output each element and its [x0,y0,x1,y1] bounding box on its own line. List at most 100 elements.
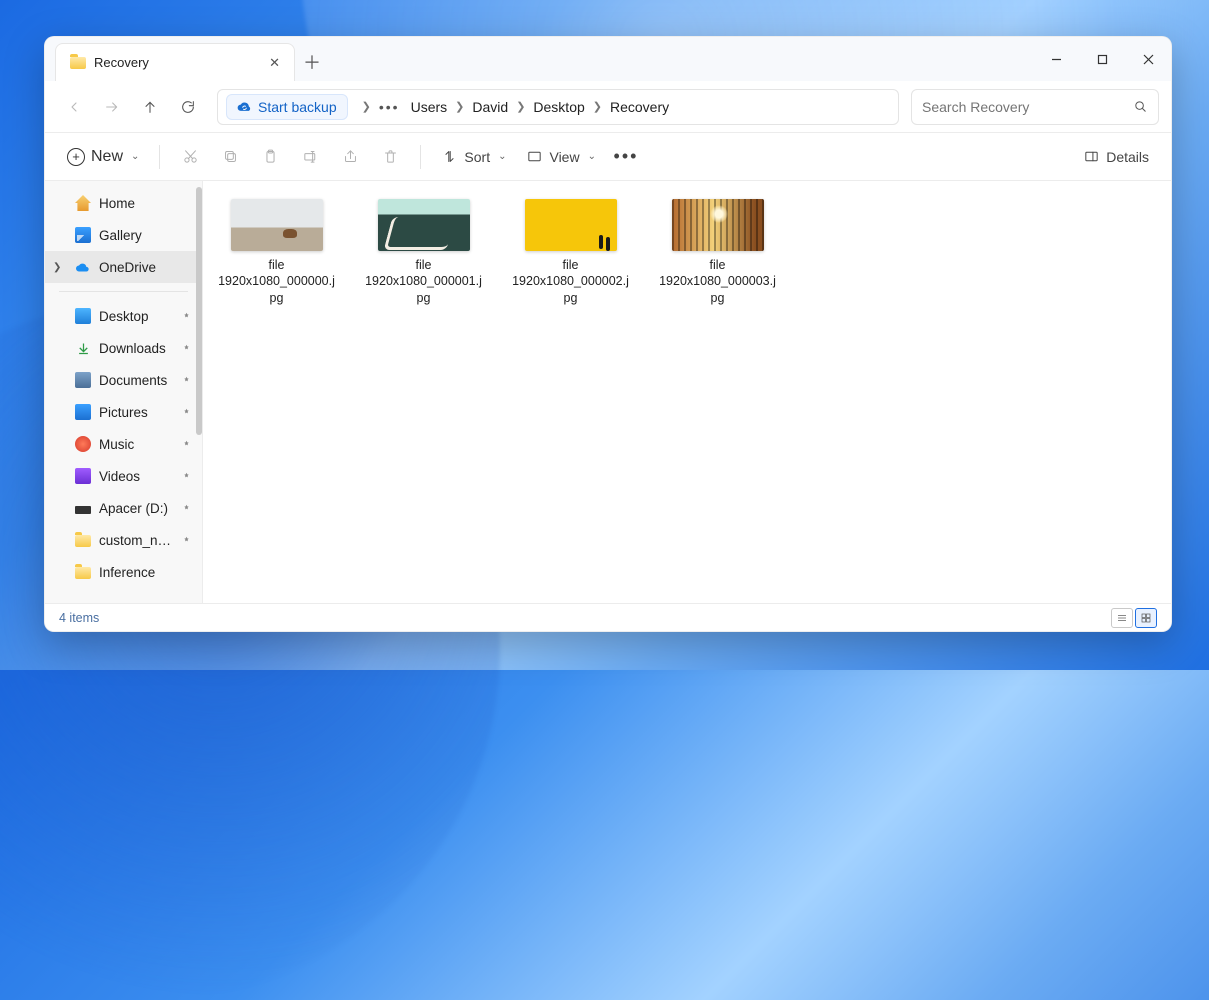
drive-icon [75,506,91,514]
sidebar-item-pictures[interactable]: Pictures [45,396,202,428]
delete-button[interactable] [372,141,408,173]
gallery-icon [75,227,91,243]
copy-button[interactable] [212,141,248,173]
chevron-right-icon: ❯ [362,100,371,113]
sidebar-item-apacer[interactable]: Apacer (D:) [45,492,202,524]
file-thumbnail [231,199,323,251]
file-name: file 1920x1080_000002.jpg [511,257,630,306]
chevron-right-icon[interactable]: ❯ [53,262,61,273]
file-thumbnail [672,199,764,251]
address-row: Start backup ❯ ••• . Users ❯ David ❯ Des… [45,81,1171,133]
sidebar-item-home[interactable]: Home [45,187,202,219]
chevron-right-icon: ❯ [516,100,525,113]
chevron-down-icon: ⌄ [131,151,139,162]
chevron-right-icon: ❯ [455,100,464,113]
sidebar-item-label: Gallery [99,228,142,243]
file-thumbnail [525,199,617,251]
status-count: 4 items [59,611,99,625]
status-bar: 4 items [45,603,1171,631]
sidebar-item-videos[interactable]: Videos [45,460,202,492]
rename-button[interactable] [292,141,328,173]
videos-icon [75,468,91,484]
share-button[interactable] [332,141,368,173]
documents-icon [75,372,91,388]
path-overflow-icon[interactable]: ••• [379,99,400,115]
sidebar-item-custom-node[interactable]: custom_node [45,524,202,556]
minimize-button[interactable] [1033,37,1079,81]
new-label: New [91,148,123,166]
sidebar-item-label: custom_node [99,533,173,548]
sidebar-item-gallery[interactable]: Gallery [45,219,202,251]
sidebar-item-desktop[interactable]: Desktop [45,300,202,332]
close-button[interactable] [1125,37,1171,81]
chevron-down-icon: ⌄ [588,151,596,162]
tab-close-icon[interactable]: ✕ [269,55,280,71]
view-list-toggle[interactable] [1111,608,1133,628]
new-tab-button[interactable]: ＋ [295,43,329,81]
nav-back-button[interactable] [57,90,91,124]
sidebar-item-label: Home [99,196,135,211]
file-item[interactable]: file 1920x1080_000000.jpg [217,199,336,306]
pin-icon [181,341,192,356]
pin-icon [181,309,192,324]
sidebar-item-inference[interactable]: Inference [45,556,202,588]
nav-up-button[interactable] [133,90,167,124]
explorer-window: Recovery ✕ ＋ Start backup ❯ ••• . Users … [44,36,1172,632]
file-item[interactable]: file 1920x1080_000002.jpg [511,199,630,306]
chevron-right-icon: ❯ [593,100,602,113]
crumb-desktop[interactable]: Desktop [533,99,584,115]
home-icon [75,195,91,211]
plus-circle-icon: + [67,148,85,166]
search-box[interactable] [911,89,1159,125]
cloud-sync-icon [237,99,252,114]
folder-icon [75,567,91,579]
view-grid-toggle[interactable] [1135,608,1157,628]
sidebar-scrollbar[interactable] [196,187,202,435]
nav-refresh-button[interactable] [171,90,205,124]
titlebar: Recovery ✕ ＋ [45,37,1171,81]
file-name: file 1920x1080_000003.jpg [658,257,777,306]
view-icon [526,148,543,165]
sort-label: Sort [464,149,490,165]
sidebar-item-downloads[interactable]: Downloads [45,332,202,364]
search-input[interactable] [922,99,1133,115]
sidebar-item-onedrive[interactable]: ❯OneDrive [45,251,202,283]
file-item[interactable]: file 1920x1080_000001.jpg [364,199,483,306]
downloads-icon [75,340,91,356]
file-name: file 1920x1080_000000.jpg [217,257,336,306]
address-bar[interactable]: Start backup ❯ ••• . Users ❯ David ❯ Des… [217,89,899,125]
start-backup-pill[interactable]: Start backup [226,94,348,120]
content-pane[interactable]: file 1920x1080_000000.jpg file 1920x1080… [203,181,1171,603]
separator [420,145,421,169]
sidebar-item-documents[interactable]: Documents [45,364,202,396]
desktop-icon [75,308,91,324]
tab-title: Recovery [94,55,149,70]
toolbar: + New ⌄ Sort ⌄ View ⌄ ••• Details [45,133,1171,181]
paste-button[interactable] [252,141,288,173]
pin-icon [181,405,192,420]
details-pane-button[interactable]: Details [1075,141,1157,173]
more-button[interactable]: ••• [608,141,644,173]
new-button[interactable]: + New ⌄ [59,141,147,173]
view-label: View [549,149,579,165]
sidebar: Home Gallery ❯OneDrive Desktop Downloads… [45,181,203,603]
sort-button[interactable]: Sort ⌄ [433,141,514,173]
pin-icon [181,469,192,484]
crumb-david[interactable]: David [472,99,508,115]
cut-button[interactable] [172,141,208,173]
sidebar-item-label: Videos [99,469,140,484]
sidebar-item-music[interactable]: Music [45,428,202,460]
tab-recovery[interactable]: Recovery ✕ [55,43,295,81]
view-button[interactable]: View ⌄ [518,141,603,173]
separator [159,145,160,169]
file-item[interactable]: file 1920x1080_000003.jpg [658,199,777,306]
pin-icon [181,501,192,516]
details-label: Details [1106,149,1149,165]
maximize-button[interactable] [1079,37,1125,81]
sidebar-item-label: Music [99,437,134,452]
chevron-down-icon: ⌄ [498,151,506,162]
separator [59,291,188,292]
crumb-recovery[interactable]: Recovery [610,99,669,115]
nav-forward-button[interactable] [95,90,129,124]
crumb-users[interactable]: Users [411,99,448,115]
